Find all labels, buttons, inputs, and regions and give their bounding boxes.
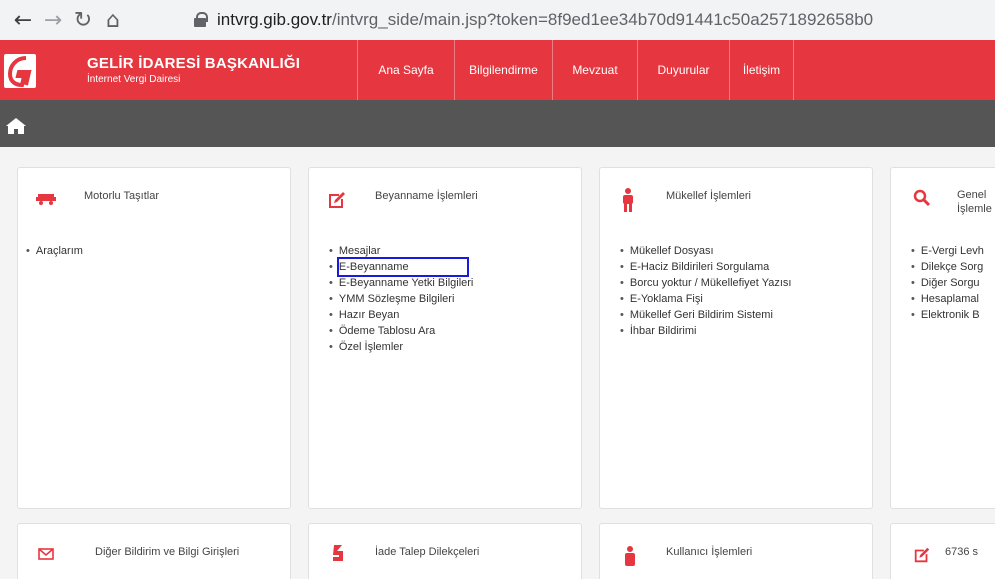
back-arrow-icon[interactable]: ← xyxy=(8,5,38,35)
car-icon xyxy=(36,194,56,205)
nav-ana-sayfa[interactable]: Ana Sayfa xyxy=(357,40,454,100)
card-title: Mükellef İşlemleri xyxy=(666,190,751,202)
link-mukellef-dosyasi[interactable]: Mükellef Dosyası xyxy=(620,243,791,259)
card-title-line2: İşlemle xyxy=(957,203,992,215)
link-mesajlar[interactable]: Mesajlar xyxy=(329,243,473,259)
url-host: intvrg.gib.gov.tr xyxy=(217,10,332,29)
link-diger-sorgu[interactable]: Diğer Sorgu xyxy=(911,275,984,291)
card-6736: 6736 s xyxy=(890,523,995,579)
site-subtitle: İnternet Vergi Dairesi xyxy=(87,74,181,85)
card-link-list: Mesajlar E-Beyanname E-Beyanname Yetki B… xyxy=(329,243,473,355)
user-icon xyxy=(625,546,635,566)
card-diger-bildirim: Diğer Bildirim ve Bilgi Girişleri xyxy=(17,523,291,579)
home-icon[interactable] xyxy=(5,117,27,135)
nav-duyurular[interactable]: Duyurular xyxy=(637,40,729,100)
mail-icon xyxy=(38,548,54,560)
card-title: Motorlu Taşıtlar xyxy=(84,190,159,202)
breadcrumb-bar xyxy=(0,100,995,147)
link-e-beyanname-yetki[interactable]: E-Beyanname Yetki Bilgileri xyxy=(329,275,474,291)
site-logo-text[interactable]: GELİR İDARESİ BAŞKANLIĞI İnternet Vergi … xyxy=(87,55,300,85)
nav-bilgilendirme[interactable]: Bilgilendirme xyxy=(454,40,552,100)
person-icon xyxy=(623,188,633,212)
link-geri-bildirim[interactable]: Mükellef Geri Bildirim Sistemi xyxy=(620,307,791,323)
address-bar[interactable]: intvrg.gib.gov.tr/intvrg_side/main.jsp?t… xyxy=(193,6,995,34)
card-title: İade Talep Dilekçeleri xyxy=(375,546,480,558)
card-motorlu-tasitlar: Motorlu Taşıtlar Araçlarım xyxy=(17,167,291,509)
site-header: GELİR İDARESİ BAŞKANLIĞI İnternet Vergi … xyxy=(0,40,995,100)
card-link-list: E-Vergi Levh Dilekçe Sorg Diğer Sorgu He… xyxy=(911,243,984,323)
nav-iletisim[interactable]: İletişim xyxy=(729,40,794,100)
link-ihbar[interactable]: İhbar Bildirimi xyxy=(620,323,791,339)
link-araclarim[interactable]: Araçlarım xyxy=(26,243,83,259)
site-title: GELİR İDARESİ BAŞKANLIĞI xyxy=(87,55,301,72)
edit-icon xyxy=(914,547,930,563)
nav-mevzuat[interactable]: Mevzuat xyxy=(552,40,637,100)
refund-icon xyxy=(333,545,343,561)
card-iade-talep: İade Talep Dilekçeleri xyxy=(308,523,582,579)
browser-toolbar: ← → ↻ ⌂ intvrg.gib.gov.tr/intvrg_side/ma… xyxy=(0,0,995,40)
card-genel-islemler: Genel İşlemle E-Vergi Levh Dilekçe Sorg … xyxy=(890,167,995,509)
link-e-vergi-levhasi[interactable]: E-Vergi Levh xyxy=(911,243,984,259)
gib-logo-icon[interactable] xyxy=(4,54,36,88)
link-dilekce-sorgu[interactable]: Dilekçe Sorg xyxy=(911,259,984,275)
card-title: 6736 s xyxy=(945,546,979,558)
lock-icon xyxy=(193,12,208,28)
link-odeme-tablosu[interactable]: Ödeme Tablosu Ara xyxy=(329,323,473,339)
card-title: Diğer Bildirim ve Bilgi Girişleri xyxy=(95,546,240,558)
card-mukellef-islemleri: Mükellef İşlemleri Mükellef Dosyası E-Ha… xyxy=(599,167,873,509)
top-nav: Ana Sayfa Bilgilendirme Mevzuat Duyurula… xyxy=(357,40,794,100)
card-link-list: Mükellef Dosyası E-Haciz Bildirileri Sor… xyxy=(620,243,792,339)
link-hazir-beyan[interactable]: Hazır Beyan xyxy=(329,307,473,323)
card-kullanici-islemleri: Kullanıcı İşlemleri xyxy=(599,523,873,579)
link-elektronik[interactable]: Elektronik B xyxy=(911,307,984,323)
card-beyanname-islemleri: Beyanname İşlemleri Mesajlar E-Beyanname… xyxy=(308,167,582,509)
edit-icon xyxy=(329,192,345,208)
card-title: Beyanname İşlemleri xyxy=(375,190,478,202)
link-hesaplamalar[interactable]: Hesaplamal xyxy=(911,291,984,307)
link-borcu-yoktur[interactable]: Borcu yoktur / Mükellefiyet Yazısı xyxy=(620,275,792,291)
url-path: /intvrg_side/main.jsp?token=8f9ed1ee34b7… xyxy=(331,10,874,29)
dashboard: Motorlu Taşıtlar Araçlarım Beyanname İşl… xyxy=(0,147,995,579)
link-ozel-islemler[interactable]: Özel İşlemler xyxy=(329,339,473,355)
home-icon[interactable]: ⌂ xyxy=(98,5,128,35)
card-title-line1: Genel xyxy=(957,189,987,201)
link-e-beyanname[interactable]: E-Beyanname xyxy=(329,257,473,277)
link-e-haciz[interactable]: E-Haciz Bildirileri Sorgulama xyxy=(620,259,791,275)
link-e-yoklama[interactable]: E-Yoklama Fişi xyxy=(620,291,791,307)
reload-icon[interactable]: ↻ xyxy=(68,5,98,35)
search-icon xyxy=(913,189,931,207)
forward-arrow-icon[interactable]: → xyxy=(38,5,68,35)
card-title: Kullanıcı İşlemleri xyxy=(666,546,753,558)
card-title: Genel İşlemle xyxy=(957,188,992,216)
link-ymm-sozlesme[interactable]: YMM Sözleşme Bilgileri xyxy=(329,291,473,307)
card-link-list: Araçlarım xyxy=(26,243,83,259)
e-beyanname-label[interactable]: E-Beyanname xyxy=(336,257,469,277)
